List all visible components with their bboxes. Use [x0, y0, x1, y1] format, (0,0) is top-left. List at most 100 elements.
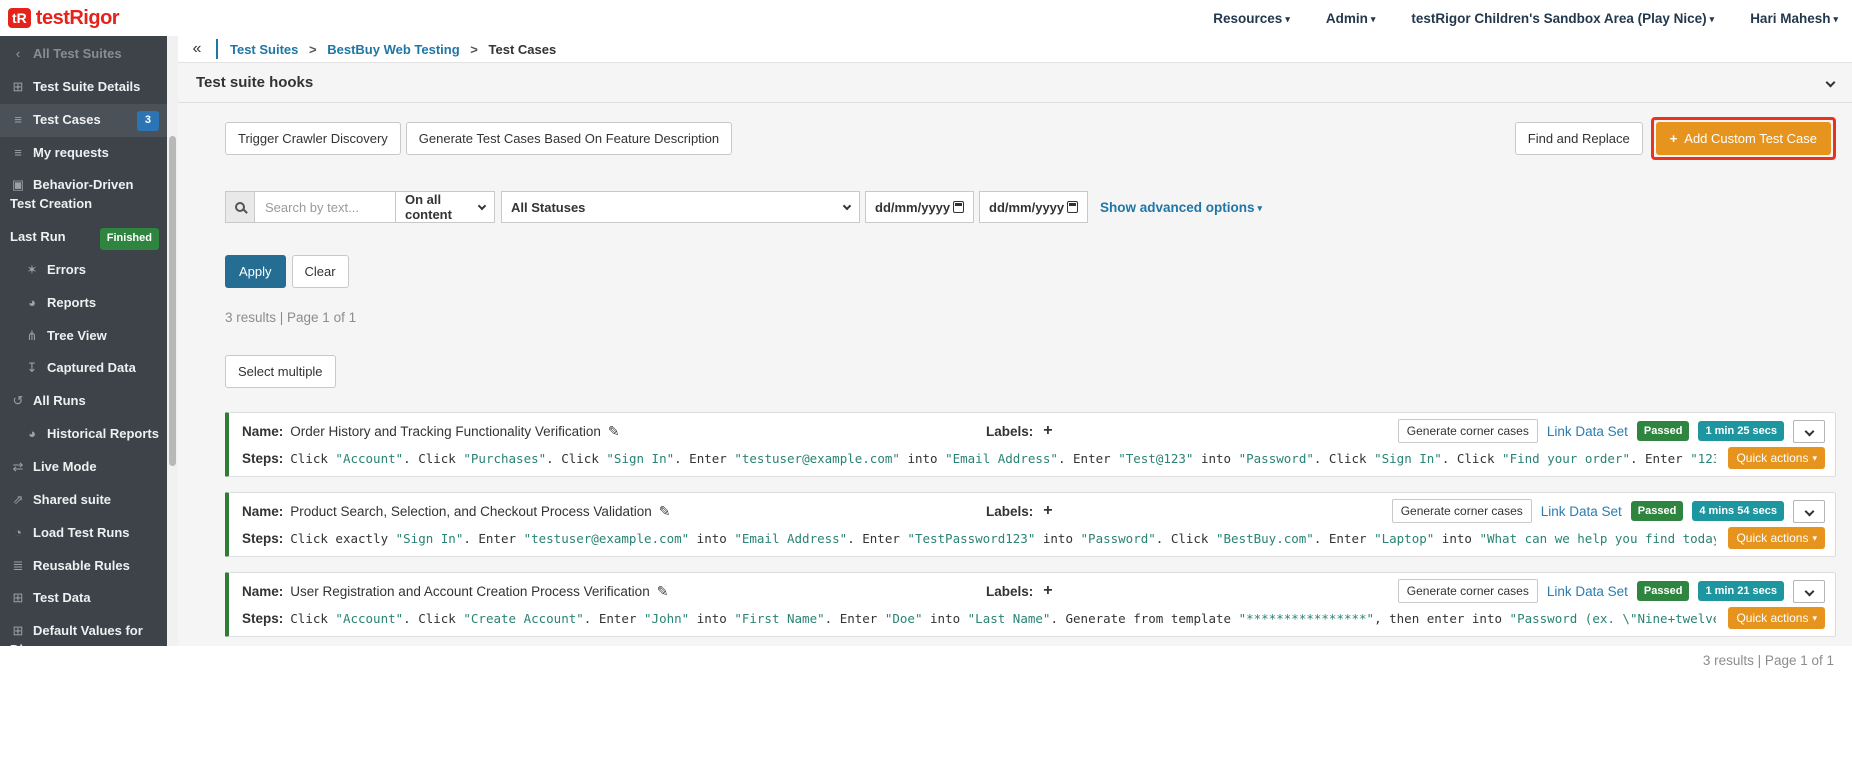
- edit-icon[interactable]: ✎: [657, 583, 669, 600]
- app-logo[interactable]: tR testRigor: [8, 7, 119, 30]
- test-case-steps: Click exactly "Sign In". Enter "testuser…: [290, 531, 1716, 546]
- search-input[interactable]: [255, 191, 396, 223]
- list-icon: ≡: [10, 144, 26, 163]
- table-icon: ⊞: [10, 589, 26, 608]
- quick-actions-button[interactable]: Quick actions▾: [1728, 607, 1825, 629]
- sidebar-item-test-data[interactable]: ⊞Test Data: [0, 582, 167, 615]
- sidebar-item-reports[interactable]: ◕Reports: [0, 287, 167, 320]
- generate-corner-cases-button[interactable]: Generate corner cases: [1398, 579, 1538, 603]
- sidebar-item-historical-reports[interactable]: ◕Historical Reports: [0, 418, 167, 451]
- breadcrumb-test-suites[interactable]: Test Suites: [230, 42, 298, 57]
- breadcrumb-separator: >: [309, 42, 317, 57]
- sidebar-item-live-mode[interactable]: ⇄Live Mode: [0, 451, 167, 484]
- passed-badge: Passed: [1637, 421, 1690, 441]
- main-area: « Test Suites > BestBuy Web Testing > Te…: [178, 36, 1852, 646]
- date-from-input[interactable]: dd/mm/yyyy: [865, 191, 974, 223]
- add-custom-test-case-button[interactable]: +Add Custom Test Case: [1656, 122, 1831, 155]
- sidebar-item-test-suite-details[interactable]: ⊞Test Suite Details: [0, 71, 167, 104]
- sidebar-item-behavior-driven-test-creation[interactable]: ▣Behavior-Driven Test Creation: [0, 169, 167, 221]
- sidebar-item-last-run[interactable]: FinishedLast Run: [0, 221, 167, 254]
- test-case-card: Name: Product Search, Selection, and Che…: [225, 492, 1836, 557]
- generate-corner-cases-button[interactable]: Generate corner cases: [1392, 499, 1532, 523]
- collapse-sidebar-button[interactable]: «: [184, 40, 210, 58]
- sidebar-item-tree-view[interactable]: ⋔Tree View: [0, 320, 167, 353]
- search-icon-cell: [225, 191, 255, 223]
- nav-user-menu[interactable]: Hari Mahesh▾: [1750, 11, 1838, 26]
- apply-button[interactable]: Apply: [225, 255, 286, 288]
- breadcrumb-row: « Test Suites > BestBuy Web Testing > Te…: [178, 36, 1852, 63]
- filter-row: On all content All Statuses dd/mm/yyyy d…: [225, 191, 1836, 223]
- quick-actions-button[interactable]: Quick actions▾: [1728, 527, 1825, 549]
- grid-icon: ⊞: [10, 78, 26, 97]
- status-select[interactable]: All Statuses: [501, 191, 860, 223]
- content-scope-select[interactable]: On all content: [395, 191, 495, 223]
- top-bar: tR testRigor Resources▾ Admin▾ testRigor…: [0, 0, 1852, 36]
- labels-label: Labels:: [986, 424, 1033, 439]
- duration-badge: 1 min 25 secs: [1698, 421, 1784, 441]
- sidebar-item-label: Shared suite: [33, 492, 111, 507]
- logo-text: testRigor: [36, 7, 119, 30]
- generate-corner-cases-button[interactable]: Generate corner cases: [1398, 419, 1538, 443]
- chevron-down-icon: [1804, 586, 1814, 596]
- generate-test-cases-button[interactable]: Generate Test Cases Based On Feature Des…: [406, 122, 732, 155]
- calendar-icon: [1067, 201, 1078, 213]
- expand-test-case-button[interactable]: [1793, 580, 1825, 603]
- sidebar-item-reusable-rules[interactable]: ≣Reusable Rules: [0, 550, 167, 583]
- sidebar-item-captured-data[interactable]: ↧Captured Data: [0, 352, 167, 385]
- sidebar-item-test-cases[interactable]: ≡3Test Cases: [0, 104, 167, 137]
- sidebar-item-errors[interactable]: ✶Errors: [0, 254, 167, 287]
- link-data-set-link[interactable]: Link Data Set: [1541, 504, 1622, 519]
- nav-workspace[interactable]: testRigor Children's Sandbox Area (Play …: [1411, 11, 1714, 26]
- apply-row: Apply Clear: [225, 255, 1836, 288]
- table-icon: ⊞: [10, 622, 26, 641]
- date-to-input[interactable]: dd/mm/yyyy: [979, 191, 1088, 223]
- chevron-down-icon: [843, 201, 851, 209]
- page: tR testRigor Resources▾ Admin▾ testRigor…: [0, 0, 1852, 763]
- edit-icon[interactable]: ✎: [659, 503, 671, 520]
- steps-label: Steps:: [242, 451, 283, 466]
- nav-admin[interactable]: Admin▾: [1326, 11, 1376, 26]
- sidebar-scrollbar[interactable]: [167, 36, 178, 646]
- clear-button[interactable]: Clear: [292, 255, 349, 288]
- results-summary-top: 3 results | Page 1 of 1: [225, 310, 1836, 325]
- scrollbar-thumb[interactable]: [169, 136, 176, 466]
- caret-down-icon: ▾: [1812, 453, 1817, 463]
- content-area: Trigger Crawler Discovery Generate Test …: [178, 103, 1852, 668]
- sidebar-item-label: Tree View: [47, 328, 107, 343]
- gauge-icon: ◔: [10, 524, 26, 543]
- test-suite-hooks-title: Test suite hooks: [196, 74, 313, 91]
- sidebar-item-shared-suite[interactable]: ⇗ Shared suite: [0, 484, 167, 517]
- test-case-name: Product Search, Selection, and Checkout …: [290, 504, 651, 519]
- select-multiple-button[interactable]: Select multiple: [225, 355, 336, 388]
- add-label-icon[interactable]: +: [1043, 503, 1052, 519]
- show-advanced-options-link[interactable]: Show advanced options▾: [1100, 200, 1262, 215]
- sidebar-item-all-runs[interactable]: ↺All Runs: [0, 385, 167, 418]
- top-nav: Resources▾ Admin▾ testRigor Children's S…: [1213, 11, 1838, 26]
- test-case-name: User Registration and Account Creation P…: [290, 584, 649, 599]
- breadcrumb-suite-name[interactable]: BestBuy Web Testing: [327, 42, 459, 57]
- expand-test-case-button[interactable]: [1793, 500, 1825, 523]
- find-and-replace-button[interactable]: Find and Replace: [1515, 122, 1643, 155]
- share-icon: ⇗: [10, 491, 26, 510]
- expand-test-case-button[interactable]: [1793, 420, 1825, 443]
- link-data-set-link[interactable]: Link Data Set: [1547, 424, 1628, 439]
- sidebar-item-my-requests[interactable]: ≡My requests: [0, 137, 167, 170]
- sidebar-item-default-values-for-discovery[interactable]: ⊞Default Values for Discovery: [0, 615, 167, 646]
- test-suite-hooks-header[interactable]: Test suite hooks: [178, 63, 1852, 103]
- sidebar-item-label: Load Test Runs: [33, 525, 130, 540]
- quick-actions-button[interactable]: Quick actions▾: [1728, 447, 1825, 469]
- sidebar-item-all-test-suites[interactable]: ‹All Test Suites: [0, 38, 167, 71]
- sidebar-item-label: Errors: [47, 262, 86, 277]
- link-data-set-link[interactable]: Link Data Set: [1547, 584, 1628, 599]
- passed-badge: Passed: [1631, 501, 1684, 521]
- test-case-list: Name: Order History and Tracking Functio…: [225, 412, 1836, 637]
- nav-resources[interactable]: Resources▾: [1213, 11, 1290, 26]
- sidebar-item-load-test-runs[interactable]: ◔ Load Test Runs: [0, 517, 167, 550]
- annotation-highlight-box: +Add Custom Test Case: [1651, 117, 1836, 160]
- edit-icon[interactable]: ✎: [608, 423, 620, 440]
- add-label-icon[interactable]: +: [1043, 583, 1052, 599]
- caret-down-icon: ▾: [1812, 533, 1817, 543]
- caret-down-icon: ▾: [1371, 14, 1376, 24]
- trigger-crawler-discovery-button[interactable]: Trigger Crawler Discovery: [225, 122, 401, 155]
- add-label-icon[interactable]: +: [1043, 423, 1052, 439]
